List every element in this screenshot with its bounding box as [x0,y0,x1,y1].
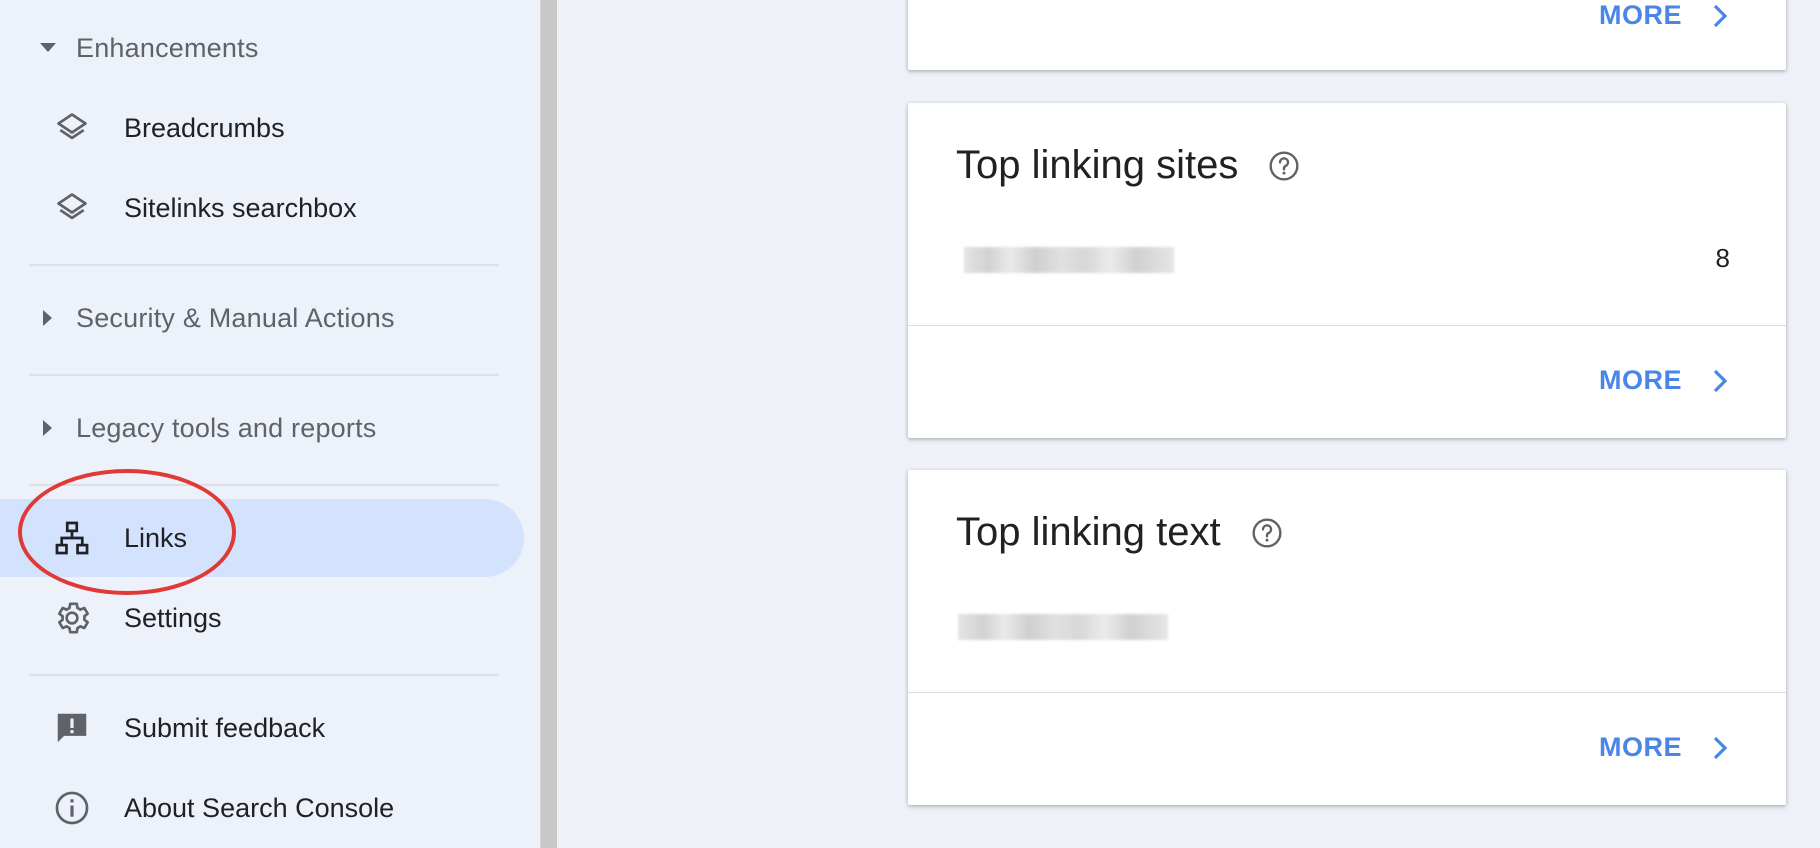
sidebar-item-breadcrumbs[interactable]: Breadcrumbs [0,89,524,167]
sidebar-item-label: About Search Console [124,792,395,823]
sidebar-item-settings[interactable]: Settings [0,579,524,657]
sitemap-icon [52,518,92,558]
gear-icon [52,598,92,638]
redacted-site [964,247,1174,273]
card-title: Top linking text [956,510,1221,554]
more-label: MORE [1599,0,1682,30]
divider [29,264,499,266]
caret-down-icon [38,43,58,53]
feedback-icon [52,708,92,748]
card-partial-top: MORE [908,0,1786,70]
layers-icon [52,108,92,148]
more-button[interactable]: MORE [1599,732,1732,763]
sidebar-item-label: Links [124,522,188,553]
card-top-linking-text: Top linking text MORE [908,470,1786,805]
section-legacy-tools[interactable]: Legacy tools and reports [0,398,540,458]
table-row[interactable] [908,600,1786,666]
sidebar-item-label: Settings [124,602,222,633]
chevron-right-icon [1708,367,1732,395]
sidebar-item-submit-feedback[interactable]: Submit feedback [0,689,524,767]
info-icon [52,788,92,828]
sidebar-item-links[interactable]: Links [0,499,524,577]
card-divider [908,325,1786,326]
caret-right-icon [38,310,58,326]
divider [29,374,499,376]
help-icon[interactable] [1251,517,1283,549]
more-button[interactable]: MORE [1599,0,1732,31]
chevron-right-icon [1708,734,1732,762]
section-security-manual-actions[interactable]: Security & Manual Actions [0,288,540,348]
table-row[interactable]: 8 [908,233,1786,299]
help-icon[interactable] [1268,150,1300,182]
sidebar-item-label: Sitelinks searchbox [124,192,357,223]
sidebar-item-label: Breadcrumbs [124,112,285,143]
section-legacy-label: Legacy tools and reports [76,412,377,443]
card-title: Top linking sites [956,143,1239,187]
sidebar: Enhancements Breadcrumbs Sitelinks searc… [0,0,540,848]
more-label: MORE [1599,732,1682,762]
card-header: Top linking sites [956,143,1300,188]
card-divider [908,692,1786,693]
sidebar-item-sitelinks-searchbox[interactable]: Sitelinks searchbox [0,169,524,247]
sidebar-item-label: Submit feedback [124,712,326,743]
section-enhancements-label: Enhancements [76,32,259,63]
section-enhancements[interactable]: Enhancements [0,18,540,78]
card-top-linking-sites: Top linking sites 8 MORE [908,103,1786,438]
redacted-text [958,614,1168,640]
card-header: Top linking text [956,510,1283,555]
sidebar-item-about-search-console[interactable]: About Search Console [0,769,524,847]
divider [29,674,499,676]
row-count: 8 [1715,243,1730,273]
sidebar-scrollbar[interactable] [540,0,557,848]
caret-right-icon [38,420,58,436]
divider [29,484,499,486]
more-label: MORE [1599,365,1682,395]
layers-icon [52,188,92,228]
more-button[interactable]: MORE [1599,365,1732,396]
section-security-label: Security & Manual Actions [76,302,395,333]
chevron-right-icon [1708,2,1732,30]
